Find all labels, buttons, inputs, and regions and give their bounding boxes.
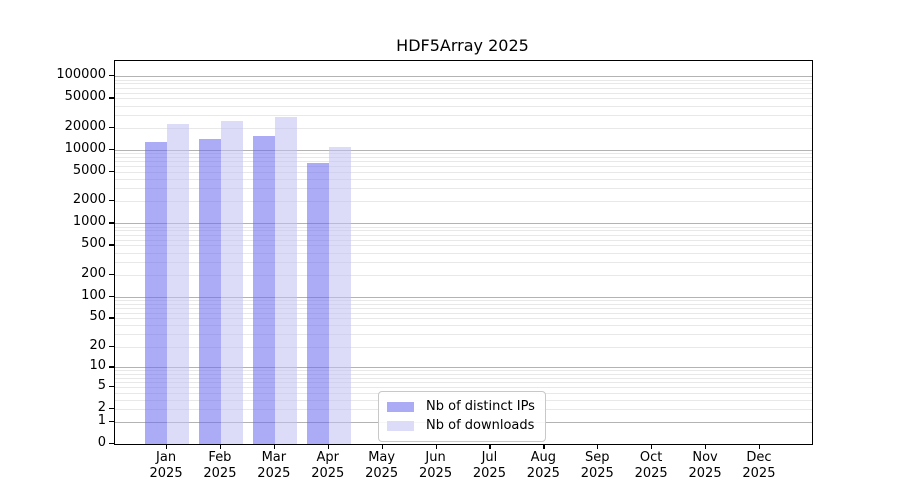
y-tick-mark bbox=[109, 346, 114, 347]
y-tick-label: 20000 bbox=[36, 119, 106, 134]
gridline-minor bbox=[115, 106, 812, 107]
x-tick-mark bbox=[543, 444, 544, 449]
legend-item-distinct-ips: Nb of distinct IPs bbox=[387, 397, 537, 416]
plot-area bbox=[114, 60, 813, 445]
x-tick-label-sep: Sep 2025 bbox=[581, 450, 614, 482]
y-tick-mark bbox=[109, 274, 114, 275]
y-tick-mark bbox=[109, 408, 114, 409]
x-tick-label-feb: Feb 2025 bbox=[203, 450, 236, 482]
y-tick-label: 200 bbox=[36, 266, 106, 281]
gridline-major bbox=[115, 76, 812, 77]
bar-ips-feb bbox=[199, 139, 221, 444]
y-tick-mark bbox=[109, 149, 114, 150]
x-tick-mark bbox=[705, 444, 706, 449]
x-tick-mark bbox=[651, 444, 652, 449]
y-tick-label: 2000 bbox=[36, 192, 106, 207]
y-tick-label: 0 bbox=[36, 435, 106, 450]
gridline-minor bbox=[115, 98, 812, 99]
x-tick-mark bbox=[328, 444, 329, 449]
y-tick-mark bbox=[109, 317, 114, 318]
gridline-minor bbox=[115, 93, 812, 94]
legend: Nb of distinct IPs Nb of downloads bbox=[378, 391, 546, 442]
y-tick-mark bbox=[109, 443, 114, 444]
legend-swatch-downloads bbox=[387, 421, 414, 431]
bar-downloads-feb bbox=[221, 121, 243, 444]
chart-figure: HDF5Array 2025 0 12 5 10 20 50 100 200 500 1000 20… bbox=[0, 0, 900, 500]
x-tick-mark bbox=[166, 444, 167, 449]
y-tick-label: 1000 bbox=[36, 214, 106, 229]
y-tick-mark bbox=[109, 386, 114, 387]
gridline-minor bbox=[115, 83, 812, 84]
y-tick-mark bbox=[109, 244, 114, 245]
bar-ips-apr bbox=[307, 163, 329, 444]
x-tick-label-jul: Jul 2025 bbox=[473, 450, 506, 482]
y-tick-label: 5000 bbox=[36, 163, 106, 178]
y-tick-mark bbox=[109, 97, 114, 98]
y-tick-label: 100000 bbox=[36, 67, 106, 82]
y-tick-label: 5 bbox=[36, 378, 106, 393]
chart-title: HDF5Array 2025 bbox=[114, 36, 811, 55]
x-tick-mark bbox=[382, 444, 383, 449]
y-tick-label: 500 bbox=[36, 236, 106, 251]
y-tick-label: 10000 bbox=[36, 141, 106, 156]
y-tick-label: 2 bbox=[36, 400, 106, 415]
x-tick-mark bbox=[759, 444, 760, 449]
y-tick-mark bbox=[109, 296, 114, 297]
y-tick-mark bbox=[109, 222, 114, 223]
y-tick-mark bbox=[109, 127, 114, 128]
y-tick-mark bbox=[109, 200, 114, 201]
x-tick-mark bbox=[489, 444, 490, 449]
bar-ips-jan bbox=[145, 142, 167, 444]
x-tick-label-mar: Mar 2025 bbox=[257, 450, 290, 482]
legend-label-downloads: Nb of downloads bbox=[426, 418, 534, 433]
gridline-minor bbox=[115, 88, 812, 89]
x-tick-mark bbox=[597, 444, 598, 449]
x-tick-mark bbox=[220, 444, 221, 449]
y-tick-label: 10 bbox=[36, 358, 106, 373]
x-tick-label-oct: Oct 2025 bbox=[635, 450, 668, 482]
x-tick-label-jan: Jan 2025 bbox=[150, 450, 183, 482]
legend-item-downloads: Nb of downloads bbox=[387, 416, 537, 435]
x-tick-label-nov: Nov 2025 bbox=[689, 450, 722, 482]
x-tick-label-dec: Dec 2025 bbox=[742, 450, 775, 482]
y-tick-mark bbox=[109, 366, 114, 367]
x-tick-label-may: May 2025 bbox=[365, 450, 398, 482]
y-tick-mark bbox=[109, 421, 114, 422]
x-tick-label-jun: Jun 2025 bbox=[419, 450, 452, 482]
y-tick-label: 100 bbox=[36, 288, 106, 303]
y-tick-label: 50 bbox=[36, 309, 106, 324]
x-tick-label-apr: Apr 2025 bbox=[311, 450, 344, 482]
bar-downloads-mar bbox=[275, 117, 297, 444]
bar-ips-mar bbox=[253, 136, 275, 444]
legend-swatch-distinct-ips bbox=[387, 402, 414, 412]
gridline-minor bbox=[115, 128, 812, 129]
bar-downloads-jan bbox=[167, 124, 189, 444]
gridline-minor bbox=[115, 80, 812, 81]
gridline-minor bbox=[115, 115, 812, 116]
y-tick-mark bbox=[109, 75, 114, 76]
y-tick-label: 50000 bbox=[36, 89, 106, 104]
x-tick-label-aug: Aug 2025 bbox=[527, 450, 560, 482]
legend-label-distinct-ips: Nb of distinct IPs bbox=[426, 399, 535, 414]
bar-downloads-apr bbox=[329, 147, 351, 444]
y-tick-label: 20 bbox=[36, 338, 106, 353]
y-tick-label: 1 bbox=[36, 413, 106, 428]
y-tick-mark bbox=[109, 171, 114, 172]
x-tick-mark bbox=[436, 444, 437, 449]
x-tick-mark bbox=[274, 444, 275, 449]
